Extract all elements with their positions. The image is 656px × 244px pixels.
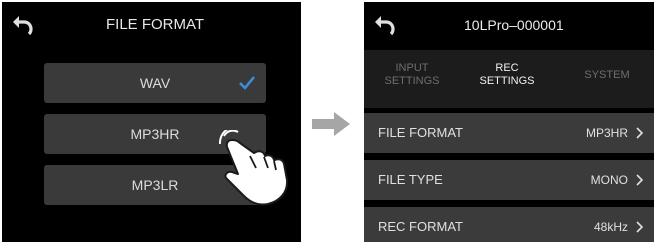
tap-hand-icon: [218, 130, 289, 206]
tab-label-line1: REC: [495, 62, 519, 74]
tab-system[interactable]: SYSTEM: [567, 69, 647, 82]
tab-label-line2: SETTINGS: [479, 75, 535, 87]
menu-item-value: MP3HR: [585, 126, 628, 140]
back-arrow-icon[interactable]: [10, 12, 36, 38]
right-header: 10LPro–000001: [364, 2, 654, 48]
menu-item-file-format[interactable]: FILE FORMAT MP3HR: [364, 113, 654, 153]
back-arrow-icon[interactable]: [372, 12, 398, 38]
menu-item-file-type[interactable]: FILE TYPE MONO: [364, 160, 654, 200]
menu-item-label: REC FORMAT: [378, 219, 463, 234]
option-label: MP3HR: [130, 126, 180, 142]
tab-label-line1: INPUT: [395, 62, 429, 74]
left-header: FILE FORMAT: [2, 2, 301, 48]
tab-bar: INPUT SETTINGS REC SETTINGS SYSTEM: [364, 50, 654, 148]
menu-item-value: MONO: [590, 173, 628, 187]
tab-label-line2: SETTINGS: [384, 75, 440, 87]
menu-item-value: 48kHz: [593, 220, 628, 234]
menu-item-label: FILE TYPE: [378, 172, 443, 187]
chevron-right-icon: [636, 174, 644, 186]
option-label: WAV: [139, 75, 171, 91]
option-wav-button[interactable]: WAV: [44, 63, 266, 103]
right-arrow-icon: [312, 112, 350, 136]
tab-input-settings[interactable]: INPUT SETTINGS: [372, 62, 452, 88]
menu-screen: 10LPro–000001 INPUT SETTINGS REC SETTING…: [364, 2, 654, 242]
tab-rec-settings[interactable]: REC SETTINGS: [467, 62, 547, 88]
checkmark-icon: [239, 76, 255, 90]
device-name-title: 10LPro–000001: [464, 17, 564, 33]
tab-label-line1: SYSTEM: [584, 69, 630, 81]
chevron-right-icon: [636, 221, 644, 233]
file-format-screen: FILE FORMAT WAV MP3HR MP3LR: [2, 2, 301, 242]
menu-item-label: FILE FORMAT: [378, 125, 463, 140]
chevron-right-icon: [636, 127, 644, 139]
option-label: MP3LR: [131, 177, 179, 193]
menu-item-rec-format[interactable]: REC FORMAT 48kHz: [364, 207, 654, 242]
page-title: FILE FORMAT: [106, 16, 205, 33]
